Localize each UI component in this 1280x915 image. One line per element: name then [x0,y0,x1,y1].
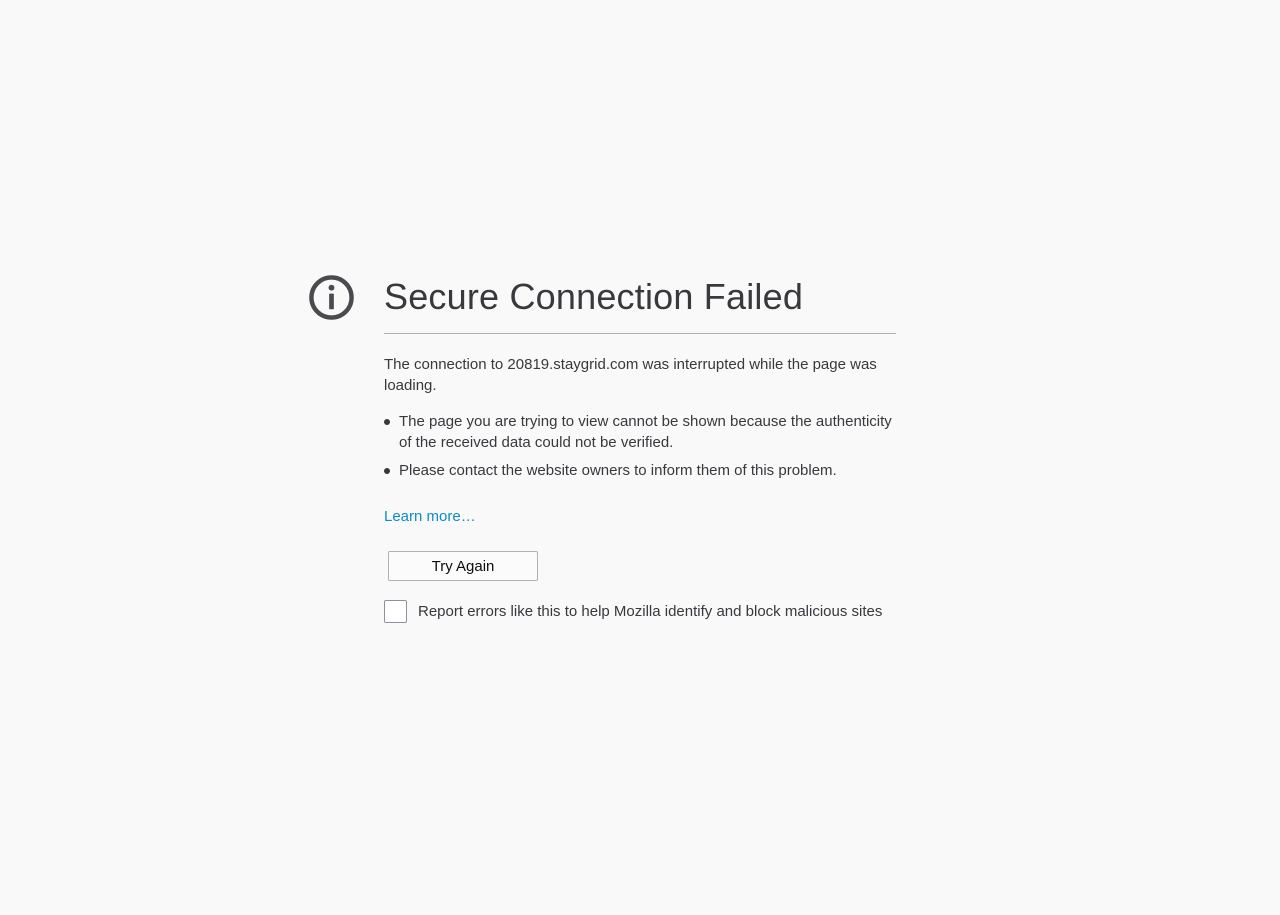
list-item: The page you are trying to view cannot b… [384,411,896,453]
report-errors-row: Report errors like this to help Mozilla … [384,600,882,623]
report-errors-label[interactable]: Report errors like this to help Mozilla … [418,601,882,622]
page-title: Secure Connection Failed [384,274,896,334]
bullet-icon [384,419,390,425]
error-reasons-list: The page you are trying to view cannot b… [384,411,896,481]
bullet-icon [384,468,390,474]
reason-text: Please contact the website owners to inf… [399,462,837,479]
try-again-button[interactable]: Try Again [388,551,538,581]
report-errors-checkbox[interactable] [384,600,407,623]
list-item: Please contact the website owners to inf… [384,460,896,481]
error-content: Secure Connection Failed The connection … [384,274,896,623]
learn-more-link[interactable]: Learn more… [384,506,476,527]
info-icon [309,275,354,320]
error-description: The connection to 20819.staygrid.com was… [384,356,877,394]
reason-text: The page you are trying to view cannot b… [399,413,892,451]
error-page: Secure Connection Failed The connection … [0,0,1280,915]
